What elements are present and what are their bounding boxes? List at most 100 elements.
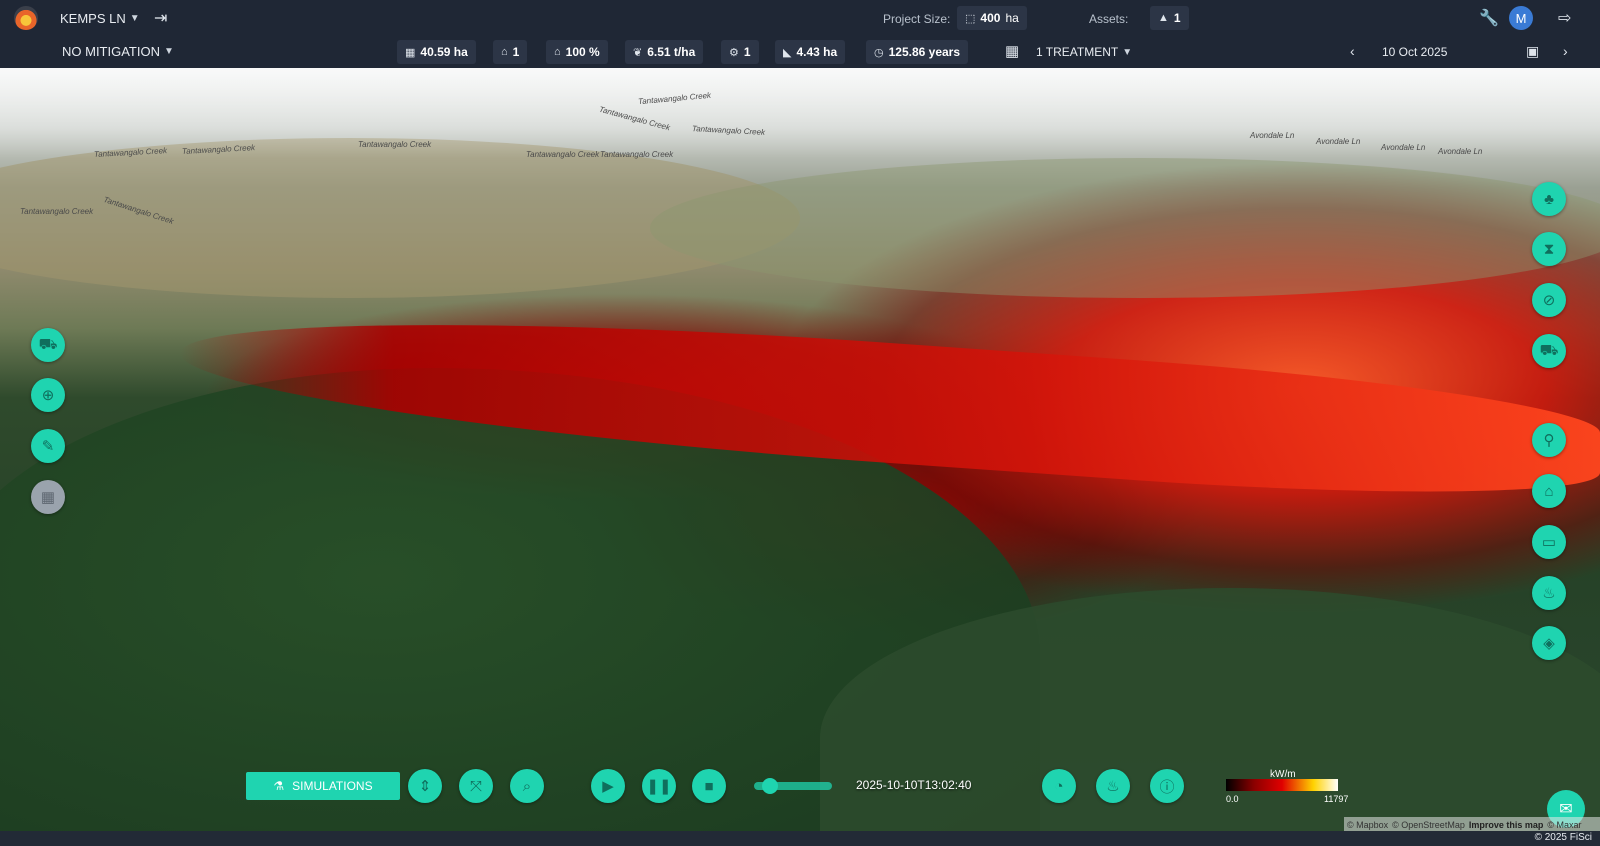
project-size-label: Project Size: [883,12,951,26]
maxar-credit[interactable]: © Maxar [1547,820,1581,830]
osm-credit[interactable]: © OpenStreetMap [1392,820,1465,830]
map-label: Avondale Ln [1250,131,1295,140]
stat-value: 40.59 ha [420,45,468,59]
footer: © 2025 FiSci [0,831,1600,846]
copyright: © 2025 FiSci [1534,832,1592,843]
dashboard-icon[interactable]: ▦ [31,480,65,514]
chevron-down-icon: ▼ [163,46,174,57]
stat-value: 125.86 years [888,45,961,59]
fuel-load-icon: ❦ [633,46,643,59]
project-selector[interactable]: KEMPS LN ▼ [60,11,140,26]
pause-icon[interactable]: ❚❚ [642,769,676,803]
assets-chip[interactable]: ▲ 1 [1150,6,1189,30]
tree-icon[interactable]: ♣ [1532,182,1566,216]
vehicle-icon: ⚙ [729,46,739,59]
avatar[interactable]: M [1509,6,1533,30]
stat-chip-return-interval: ◷ 125.86 years [866,40,969,64]
search-icon[interactable]: ⌕ [510,769,544,803]
treatment-grid-icon[interactable]: ▦ [1005,42,1019,60]
map-label: Avondale Ln [1438,147,1483,156]
subheader-row: NO MITIGATION ▼ ▦ 40.59 ha ⌂ 1 ⌂ 100 % ❦… [0,36,1600,68]
project-size-chip: ⬚ 400 ha [957,6,1027,30]
mitigation-label: NO MITIGATION [62,44,160,59]
stop-icon[interactable]: ■ [692,769,726,803]
chevron-down-icon: ▼ [1122,46,1133,58]
logout-icon[interactable]: ⇨ [1558,8,1571,28]
project-size-unit: ha [1005,11,1019,25]
home-icon[interactable]: ⌂ [1532,474,1566,508]
stat-chip-slope-area: ◣ 4.43 ha [775,40,846,64]
map-label: Tantawangalo Creek [526,150,600,159]
flame-icon[interactable]: ♨ [1532,576,1566,610]
simulations-button[interactable]: ⚗ SIMULATIONS [246,772,400,800]
header-row: KEMPS LN ▼ ⇥ Project Size: ⬚ 400 ha Asse… [0,0,1600,36]
clock-icon: ◷ [874,46,884,59]
stat-chip-vehicles: ⚙ 1 [721,40,759,64]
timeline-slider-handle[interactable] [761,778,778,794]
assets-icon: ▲ [1158,12,1169,24]
play-icon[interactable]: ▶ [591,769,625,803]
stat-chip-houses: ⌂ 1 [493,40,528,64]
app-logo[interactable] [14,6,38,30]
treatment-label: 1 TREATMENT [1036,45,1119,59]
map-label: Avondale Ln [1316,137,1361,146]
edit-list-icon[interactable]: ✎ [31,429,65,463]
fire-icon[interactable]: ♨ [1096,769,1130,803]
wrench-icon[interactable]: 🔧 [1479,8,1499,28]
compress-icon[interactable]: ⇕ [408,769,442,803]
stat-chip-house-percent: ⌂ 100 % [546,40,608,64]
treatment-selector[interactable]: 1 TREATMENT ▼ [1036,45,1132,59]
project-name: KEMPS LN [60,11,126,26]
map-attribution: © Mapbox © OpenStreetMap Improve this ma… [1344,817,1600,832]
stat-value: 6.51 t/ha [647,45,696,59]
info-icon[interactable]: ⓘ [1150,769,1184,803]
prev-date-icon[interactable]: ‹ [1350,43,1355,59]
legend-max: 11797 [1324,794,1349,804]
map-view[interactable]: Tantawangalo Creek Tantawangalo Creek Ta… [0,68,1600,831]
flask-icon: ⚗ [273,779,285,793]
calendar-icon[interactable]: ▣ [1526,43,1539,60]
comment-icon[interactable]: ▭ [1532,525,1566,559]
assets-label: Assets: [1089,12,1129,26]
vehicle-tool-icon[interactable]: ⛟ [31,328,65,362]
next-date-icon[interactable]: › [1563,43,1568,59]
stat-chip-area: ▦ 40.59 ha [397,40,476,64]
map-label: Tantawangalo Creek [358,140,432,149]
chat-icon: ✉ [1559,801,1573,818]
house-percent-icon: ⌂ [554,46,561,58]
project-size-value: 400 [980,11,1001,25]
exit-project-icon[interactable]: ⇥ [154,8,167,28]
mapbox-credit[interactable]: © Mapbox [1347,820,1388,830]
slope-area-icon: ◣ [783,46,792,59]
map-label: Tantawangalo Creek [600,150,674,159]
terrain-hill [650,158,1600,298]
speedometer-icon[interactable]: ◔ [1042,769,1076,803]
fire-truck-icon[interactable]: ⛟ [1532,334,1566,368]
top-bar: KEMPS LN ▼ ⇥ Project Size: ⬚ 400 ha Asse… [0,0,1600,69]
legend-min: 0.0 [1226,794,1239,804]
improve-map-link[interactable]: Improve this map [1469,820,1544,830]
house-icon: ⌂ [501,46,508,58]
project-size-icon: ⬚ [965,12,976,25]
hourglass-icon[interactable]: ⧗ [1532,232,1566,266]
stat-value: 1 [743,45,751,59]
stat-value: 4.43 ha [796,45,838,59]
assets-value: 1 [1173,11,1181,25]
map-label: Avondale Ln [1381,143,1426,152]
simulation-timestamp: 2025-10-10T13:02:40 [856,778,972,792]
stat-chip-fuel-load: ❦ 6.51 t/ha [625,40,704,64]
simulations-label: SIMULATIONS [292,779,373,793]
mitigation-selector[interactable]: NO MITIGATION ▼ [62,44,174,59]
legend-color-bar [1226,779,1338,791]
expand-icon[interactable]: ⤧ [459,769,493,803]
visibility-off-icon[interactable]: ⊘ [1532,283,1566,317]
location-pin-icon[interactable]: ⚲ [1532,423,1566,457]
map-label: Tantawangalo Creek [20,207,94,216]
current-date: 10 Oct 2025 [1382,45,1448,59]
stat-value: 1 [512,45,520,59]
area-icon: ▦ [405,46,416,59]
zoom-search-icon[interactable]: ⊕ [31,378,65,412]
chevron-down-icon: ▼ [129,13,140,24]
stat-value: 100 % [565,45,600,59]
layers-icon[interactable]: ◈ [1532,626,1566,660]
